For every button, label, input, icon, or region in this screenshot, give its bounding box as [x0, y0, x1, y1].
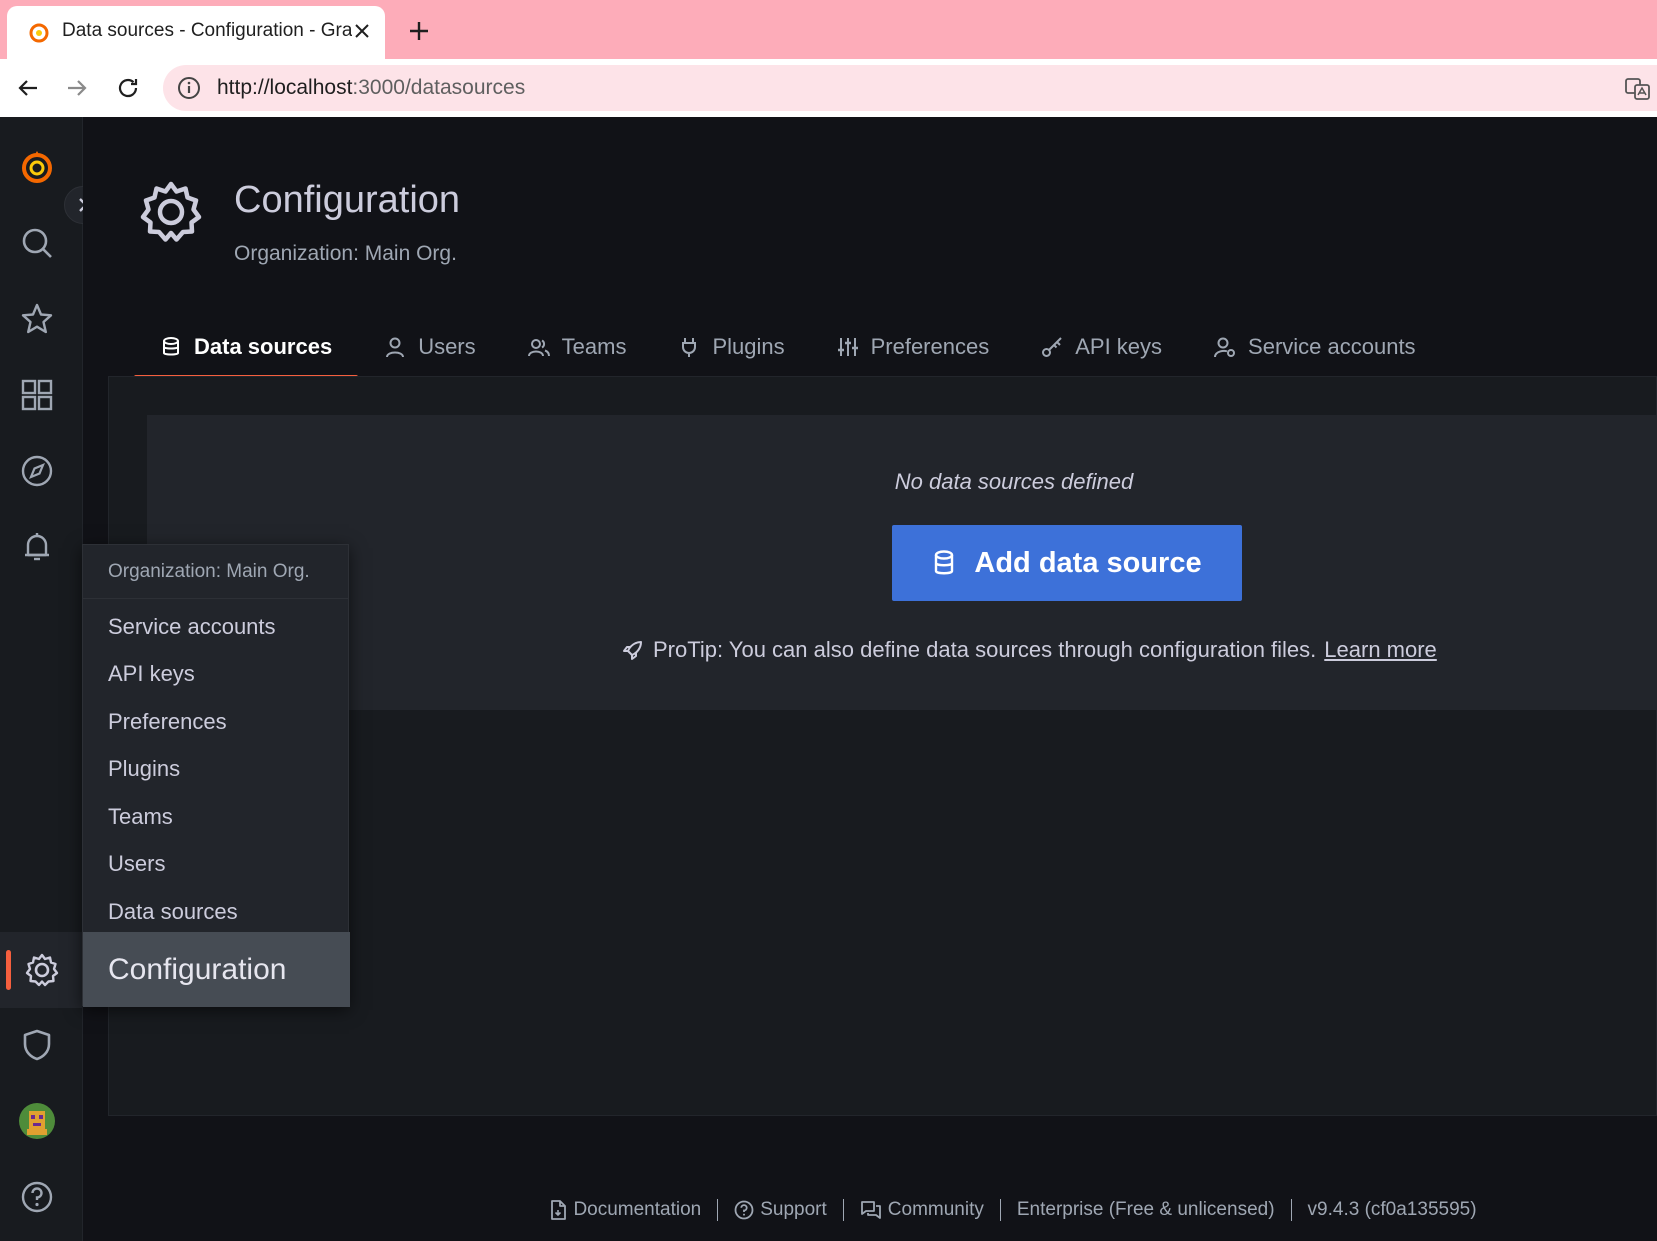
- flyout-org-header: Organization: Main Org.: [83, 545, 348, 599]
- tab-label: Data sources: [194, 334, 333, 359]
- footer-support-link[interactable]: Support: [718, 1199, 843, 1221]
- shield-icon[interactable]: [0, 1015, 74, 1075]
- plug-icon: [682, 338, 697, 357]
- learn-more-link[interactable]: Learn more: [1324, 637, 1437, 663]
- search-icon[interactable]: [0, 213, 74, 273]
- side-nav: [0, 117, 83, 1241]
- forward-arrow-icon[interactable]: [59, 70, 95, 106]
- browser-tab[interactable]: Data sources - Configuration - Grafana: [7, 6, 385, 59]
- page-gear-icon: [140, 181, 202, 242]
- protip: ProTip: You can also define data sources…: [621, 637, 1437, 663]
- url-path: :3000/datasources: [352, 76, 526, 99]
- url-host: http://localhost: [217, 76, 353, 99]
- flyout-item-service-accounts[interactable]: Service accounts: [83, 603, 348, 651]
- alerting-bell-icon[interactable]: [0, 517, 74, 577]
- flyout-item-plugins[interactable]: Plugins: [83, 746, 348, 794]
- page-subtitle: Organization: Main Org.: [234, 242, 457, 265]
- footer-version: v9.4.3 (cf0a135595): [1292, 1199, 1493, 1221]
- flyout-item-preferences[interactable]: Preferences: [83, 698, 348, 746]
- footer-documentation-label: Documentation: [573, 1199, 702, 1220]
- config-tabs: Data sources Users Teams Plugins Prefere…: [134, 317, 1442, 379]
- key-icon: [1042, 337, 1062, 357]
- tab-teams[interactable]: Teams: [502, 317, 653, 377]
- tab-preferences[interactable]: Preferences: [811, 317, 1016, 377]
- address-bar[interactable]: http://localhost:3000/datasources: [163, 65, 1657, 111]
- sliders-icon: [837, 338, 858, 356]
- flyout-item-api-keys[interactable]: API keys: [83, 651, 348, 699]
- grafana-logo-icon[interactable]: [0, 137, 74, 197]
- browser-tab-title: Data sources - Configuration - Grafana: [62, 20, 352, 41]
- footer-support-label: Support: [760, 1199, 827, 1220]
- tab-users[interactable]: Users: [358, 317, 501, 377]
- configuration-nav-item[interactable]: [0, 932, 83, 1008]
- page-title: Configuration: [234, 179, 461, 221]
- translate-icon[interactable]: [1625, 76, 1651, 102]
- browser-toolbar: http://localhost:3000/datasources: [0, 59, 1657, 117]
- user-cog-icon: [1214, 337, 1236, 358]
- flyout-item-data-sources[interactable]: Data sources: [83, 888, 348, 936]
- tab-label: Plugins: [712, 334, 785, 359]
- document-icon: [551, 1200, 567, 1220]
- dashboards-icon[interactable]: [0, 365, 74, 425]
- gear-icon: [25, 953, 58, 987]
- explore-icon[interactable]: [0, 441, 74, 501]
- url-text: http://localhost:3000/datasources: [217, 76, 525, 100]
- info-icon[interactable]: [177, 76, 201, 100]
- tab-label: Teams: [561, 334, 627, 359]
- tab-data-sources[interactable]: Data sources: [134, 317, 359, 379]
- help-icon[interactable]: [0, 1167, 74, 1227]
- tab-api-keys[interactable]: API keys: [1015, 317, 1188, 377]
- close-tab-icon[interactable]: [347, 16, 377, 46]
- footer-documentation-link[interactable]: Documentation: [533, 1199, 717, 1221]
- users-icon: [527, 339, 550, 357]
- back-arrow-icon[interactable]: [10, 70, 46, 106]
- active-indicator: [6, 950, 11, 990]
- flyout-title-configuration[interactable]: Configuration: [83, 932, 350, 1007]
- star-icon[interactable]: [0, 289, 74, 349]
- footer-edition[interactable]: Enterprise (Free & unlicensed): [1001, 1199, 1291, 1221]
- tab-label: API keys: [1075, 334, 1163, 359]
- avatar[interactable]: [0, 1091, 74, 1151]
- tab-label: Service accounts: [1248, 334, 1416, 359]
- empty-state-title: No data sources defined: [894, 469, 1134, 494]
- database-icon: [163, 337, 179, 356]
- database-icon: [935, 550, 954, 575]
- add-data-source-label: Add data source: [974, 546, 1202, 579]
- browser-tab-strip: Data sources - Configuration - Grafana: [0, 0, 1657, 59]
- add-data-source-button[interactable]: Add data source: [892, 525, 1242, 601]
- tab-plugins[interactable]: Plugins: [652, 317, 810, 377]
- comments-icon: [860, 1201, 881, 1219]
- flyout-item-users[interactable]: Users: [83, 841, 348, 889]
- reload-icon[interactable]: [110, 70, 146, 106]
- user-icon: [386, 337, 405, 358]
- protip-text: ProTip: You can also define data sources…: [653, 637, 1317, 662]
- tab-label: Preferences: [870, 334, 990, 359]
- flyout-item-teams[interactable]: Teams: [83, 793, 348, 841]
- footer-edition-label: Enterprise (Free & unlicensed): [1016, 1199, 1275, 1220]
- question-circle-icon: [734, 1200, 754, 1220]
- tab-label: Users: [418, 334, 476, 359]
- rocket-icon: [623, 641, 642, 660]
- footer: Documentation Support Community Enterpri…: [83, 1190, 1657, 1230]
- footer-version-label: v9.4.3 (cf0a135595): [1307, 1199, 1477, 1220]
- configuration-flyout-menu: Organization: Main Org. Service accounts…: [82, 544, 350, 1007]
- empty-state-box: No data sources defined Add data source …: [147, 415, 1657, 710]
- new-tab-icon[interactable]: [404, 16, 434, 46]
- grafana-favicon-icon: [29, 23, 49, 43]
- footer-community-link[interactable]: Community: [844, 1199, 1000, 1221]
- tab-service-accounts[interactable]: Service accounts: [1188, 317, 1442, 377]
- footer-community-label: Community: [887, 1199, 984, 1220]
